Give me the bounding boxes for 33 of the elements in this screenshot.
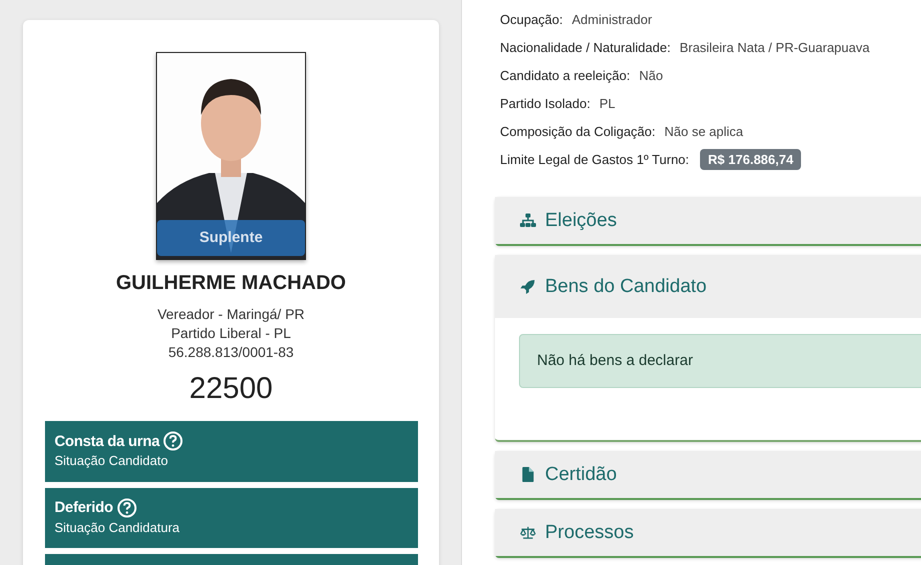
document-icon: [520, 467, 536, 482]
help-icon[interactable]: [163, 431, 184, 451]
accordion-header[interactable]: Certidão: [495, 451, 921, 498]
detail-value: Brasileira Nata / PR-Guarapuava: [680, 40, 870, 54]
info-alert: Não há bens a declarar: [519, 334, 921, 388]
candidate-info: Vereador - Maringá/ PR: [157, 305, 305, 324]
candidate-name: GUILHERME MACHADO: [116, 272, 346, 295]
status-badge: Suplente: [157, 220, 305, 256]
detail-label: Nacionalidade / Naturalidade:: [500, 40, 671, 54]
candidate-info: Partido Liberal - PL: [171, 324, 291, 343]
detail-label: Candidato a reeleição:: [500, 68, 630, 82]
detail-value: Não: [639, 68, 663, 82]
detail-label: Limite Legal de Gastos 1º Turno:: [500, 152, 690, 166]
detail-value: PL: [599, 96, 616, 110]
accordion-header[interactable]: Bens do Candidato: [495, 255, 921, 318]
scales-icon: [520, 525, 536, 540]
detail-value: Administrador: [572, 12, 652, 26]
detail-value: Não se aplica: [664, 124, 744, 138]
detail-label: Composição da Coligação:: [500, 124, 656, 138]
status-subtitle: Situação Candidatura: [54, 520, 181, 534]
candidate-info: 56.288.813/0001-83: [168, 343, 294, 362]
accordion-header[interactable]: Eleições: [495, 197, 921, 244]
status-title: Deferido: [54, 499, 113, 516]
candidate-number: 22500: [189, 372, 273, 406]
detail-label: Partido Isolado:: [500, 96, 590, 110]
accordion-header[interactable]: Processos: [495, 509, 921, 556]
amount-badge: R$ 176.886,74: [700, 148, 802, 170]
hierarchy-icon: [520, 213, 536, 228]
status-subtitle: Situação Candidato: [54, 453, 169, 468]
detail-label: Ocupação:: [500, 12, 563, 26]
rocket-icon: [520, 279, 536, 294]
help-icon[interactable]: [116, 498, 137, 518]
status-title: Consta da urna: [54, 432, 160, 450]
